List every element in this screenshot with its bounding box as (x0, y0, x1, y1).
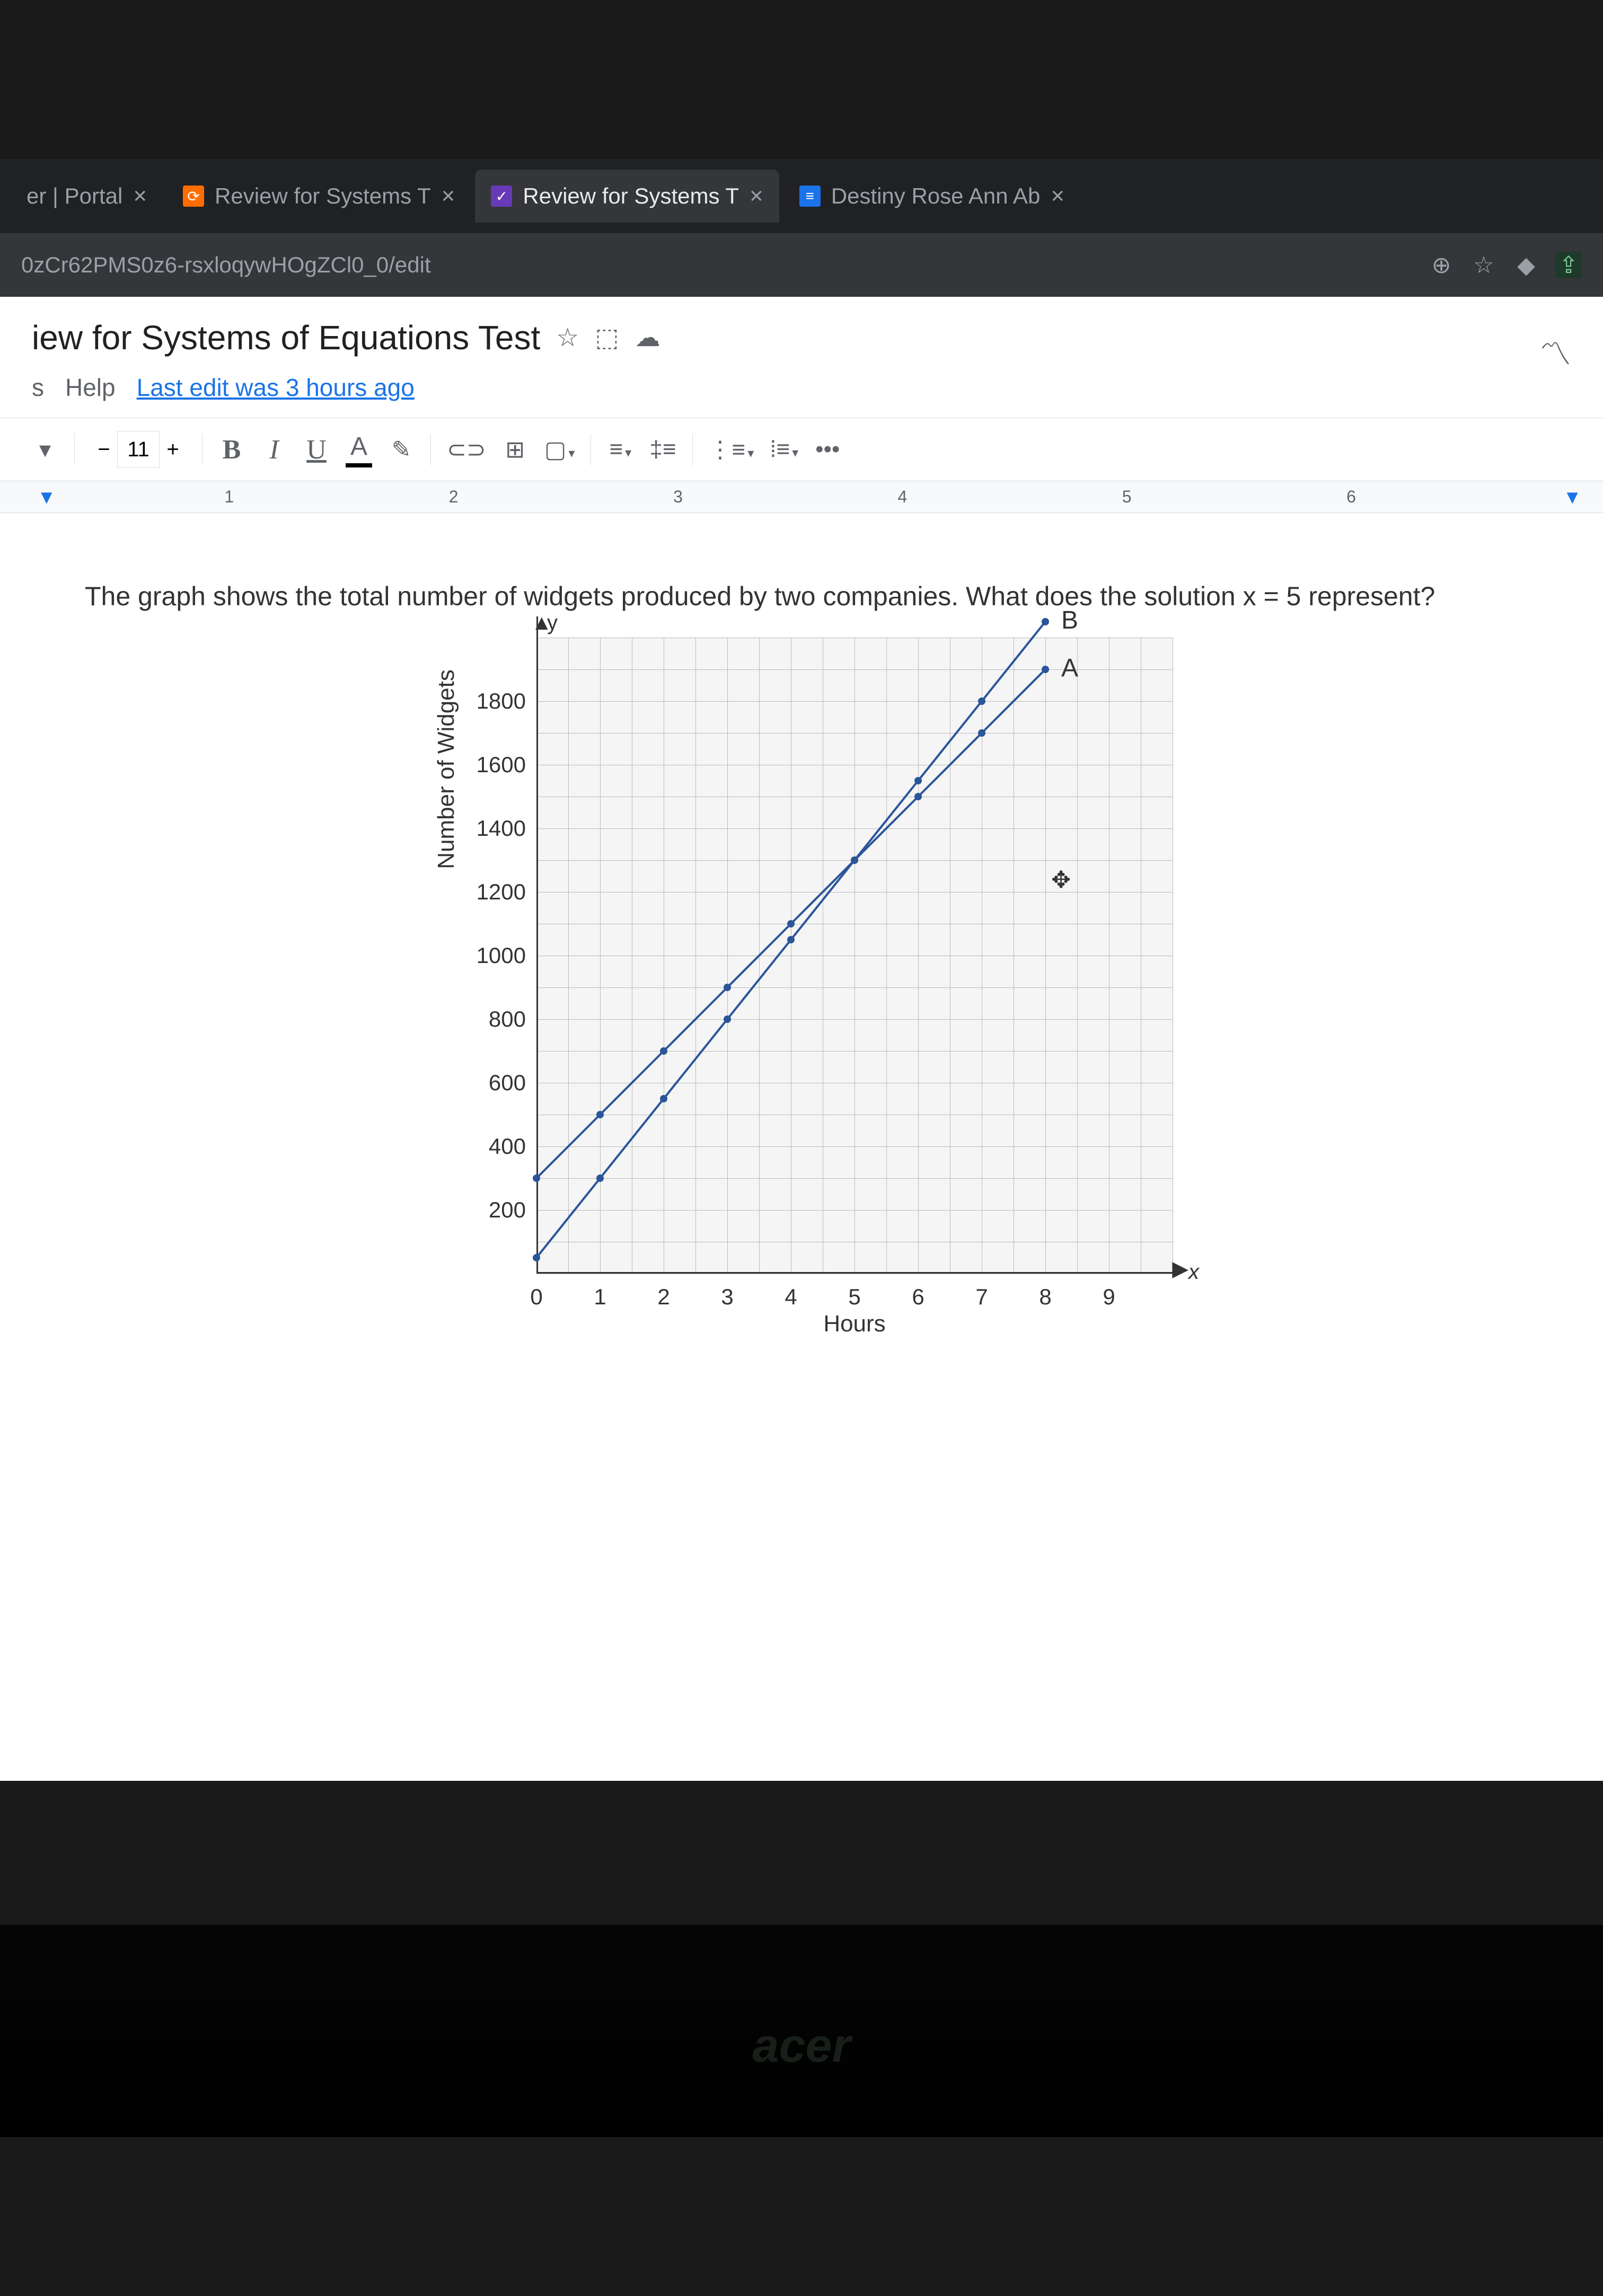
chart-container: ▲ ▶ y x Number of Widgets Hours ✥ 200400… (430, 638, 1173, 1274)
tab-label: Review for Systems T (215, 183, 431, 209)
address-bar[interactable]: 0zCr62PMS0z6-rsxloqywHOgZCl0_0/edit ⊕ ☆ … (0, 233, 1603, 297)
series-label-A: A (1061, 654, 1078, 683)
x-tick-label: 0 (530, 1284, 542, 1310)
divider (430, 434, 431, 465)
series-label-B: B (1061, 606, 1078, 635)
x-tick-label: 3 (721, 1284, 733, 1310)
star-icon[interactable]: ☆ (1470, 252, 1497, 278)
loading-icon: ⟳ (183, 186, 204, 207)
laptop-brand: acer (752, 2019, 850, 2073)
y-axis-title: Number of Widgets (433, 669, 460, 869)
last-edit-link[interactable]: Last edit was 3 hours ago (137, 373, 415, 402)
y-tick-label: 600 (489, 1070, 526, 1096)
tab-portal[interactable]: er | Portal × (11, 170, 163, 223)
x-tick-label: 7 (975, 1284, 988, 1310)
tab-destiny[interactable]: ≡ Destiny Rose Ann Ab × (783, 170, 1080, 223)
y-tick-label: 200 (489, 1197, 526, 1223)
document-content[interactable]: The graph shows the total number of widg… (0, 513, 1603, 1390)
decrease-font-button[interactable]: − (91, 431, 117, 468)
tab-label: er | Portal (27, 183, 122, 209)
italic-button[interactable]: I (261, 434, 287, 465)
line-spacing-button[interactable]: ‡≡ (649, 436, 676, 463)
y-tick-label: 1600 (477, 752, 526, 778)
underline-button[interactable]: U (303, 434, 330, 465)
document-title[interactable]: iew for Systems of Equations Test (32, 318, 540, 357)
increase-font-button[interactable]: + (160, 431, 186, 468)
x-tick-label: 6 (912, 1284, 924, 1310)
y-tick-label: 800 (489, 1006, 526, 1032)
x-tick-label: 1 (594, 1284, 606, 1310)
browser-tab-strip: er | Portal × ⟳ Review for Systems T × ✓… (0, 159, 1603, 233)
laptop-bezel: acer (0, 1925, 1603, 2137)
ruler-mark: 6 (1346, 487, 1356, 507)
divider (692, 434, 693, 465)
close-icon[interactable]: × (133, 183, 147, 209)
zoom-icon[interactable]: ⊕ (1428, 252, 1455, 278)
x-tick-label: 8 (1039, 1284, 1051, 1310)
share-icon[interactable]: ⇪ (1555, 252, 1582, 278)
extension-icon[interactable]: ◆ (1513, 252, 1539, 278)
star-icon[interactable]: ☆ (556, 323, 579, 352)
y-axis-letter: y (547, 611, 558, 635)
ruler-mark: 1 (224, 487, 234, 507)
document-area: iew for Systems of Equations Test ☆ ⬚ ☁ … (0, 297, 1603, 1781)
x-tick-label: 4 (785, 1284, 797, 1310)
cloud-icon[interactable]: ☁ (635, 323, 660, 352)
ruler-mark: 5 (1122, 487, 1132, 507)
tab-stop-icon[interactable]: ▼ (37, 486, 56, 508)
x-axis-title: Hours (823, 1311, 885, 1337)
horizontal-ruler[interactable]: ▼ 1 2 3 4 5 6 ▼ (0, 481, 1603, 513)
more-button[interactable]: ••• (814, 436, 841, 463)
menu-help[interactable]: Help (65, 373, 116, 402)
move-cursor-icon: ✥ (1051, 867, 1071, 894)
tab-label: Destiny Rose Ann Ab (831, 183, 1041, 209)
divider (74, 434, 75, 465)
move-icon[interactable]: ⬚ (595, 323, 619, 352)
menu-s[interactable]: s (32, 373, 44, 402)
align-button[interactable]: ≡▾ (607, 436, 633, 463)
formatting-toolbar: ▾ − + B I U A ✎ ⊂⊃ ⊞ ▢▾ ≡▾ ‡≡ ⋮≡▾ ⁞≡▾ ••… (0, 418, 1603, 481)
menu-bar: s Help Last edit was 3 hours ago (0, 368, 1603, 418)
ruler-mark: 4 (897, 487, 907, 507)
ruler-mark: 2 (449, 487, 459, 507)
url-text: 0zCr62PMS0z6-rsxloqywHOgZCl0_0/edit (21, 252, 1412, 278)
comment-button[interactable]: ⊞ (502, 436, 529, 463)
y-tick-label: 1200 (477, 879, 526, 905)
bold-button[interactable]: B (218, 434, 245, 465)
x-tick-label: 2 (657, 1284, 670, 1310)
ruler-overflow-icon[interactable]: ▼ (1563, 486, 1582, 508)
y-tick-label: 1800 (477, 688, 526, 714)
question-text: The graph shows the total number of widg… (85, 577, 1518, 616)
text-color-button[interactable]: A (346, 432, 372, 467)
numbered-list-button[interactable]: ⋮≡▾ (709, 436, 754, 463)
chart-plot-area: ▲ ▶ y x Number of Widgets Hours ✥ 200400… (536, 638, 1173, 1274)
doc-icon: ≡ (799, 186, 821, 207)
tab-review-2-active[interactable]: ✓ Review for Systems T × (475, 170, 779, 223)
x-axis-letter: x (1188, 1260, 1199, 1284)
document-header: iew for Systems of Equations Test ☆ ⬚ ☁ … (0, 297, 1603, 368)
font-size-control: − + (91, 431, 186, 468)
chart-svg (536, 638, 1173, 1274)
close-icon[interactable]: × (750, 183, 763, 209)
styles-dropdown[interactable]: ▾ (32, 436, 58, 463)
x-tick-label: 9 (1103, 1284, 1115, 1310)
font-size-input[interactable] (117, 431, 160, 468)
y-tick-label: 1400 (477, 816, 526, 841)
bulleted-list-button[interactable]: ⁞≡▾ (770, 436, 798, 463)
x-tick-label: 5 (848, 1284, 860, 1310)
highlight-button[interactable]: ✎ (388, 436, 415, 463)
check-icon: ✓ (491, 186, 512, 207)
y-tick-label: 1000 (477, 943, 526, 968)
image-button[interactable]: ▢▾ (544, 436, 575, 463)
y-tick-label: 400 (489, 1134, 526, 1159)
x-axis-arrow-icon: ▶ (1172, 1257, 1188, 1281)
link-button[interactable]: ⊂⊃ (447, 436, 486, 463)
close-icon[interactable]: × (1051, 183, 1064, 209)
activity-icon[interactable]: 〽 (1539, 329, 1571, 375)
close-icon[interactable]: × (442, 183, 455, 209)
tab-review-1[interactable]: ⟳ Review for Systems T × (167, 170, 471, 223)
ruler-mark: 3 (673, 487, 683, 507)
tab-label: Review for Systems T (523, 183, 739, 209)
